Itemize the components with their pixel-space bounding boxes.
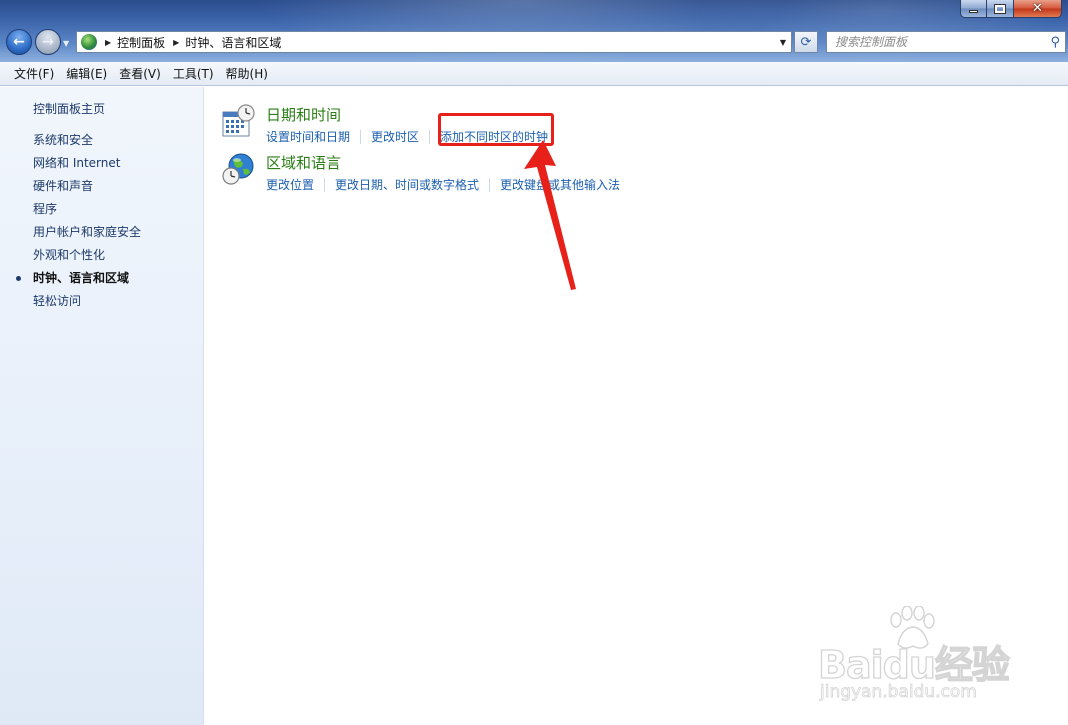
link-change-location[interactable]: 更改位置	[266, 176, 314, 193]
sidebar-item-hardware-sound[interactable]: 硬件和声音	[0, 178, 204, 201]
category-title-region-language[interactable]: 区域和语言	[266, 152, 341, 173]
link-divider	[324, 177, 326, 192]
sidebar-item-label: 时钟、语言和区域	[33, 271, 130, 285]
sidebar-list: 系统和安全 网络和 Internet 硬件和声音 程序 用户帐户和家庭安全 外观…	[0, 132, 204, 316]
sidebar-item-label: 用户帐户和家庭安全	[33, 225, 142, 239]
breadcrumb-separator-icon[interactable]: ▶	[173, 38, 179, 47]
breadcrumb-separator-icon[interactable]: ▶	[105, 38, 111, 47]
sidebar-item-label: 外观和个性化	[33, 248, 106, 262]
sidebar-item-label: 系统和安全	[33, 133, 94, 147]
forward-button[interactable]: →	[35, 29, 61, 55]
minimize-icon	[969, 10, 978, 13]
link-set-time-date[interactable]: 设置时间和日期	[266, 128, 350, 145]
menu-view[interactable]: 查看(V)	[113, 63, 167, 84]
annotation-arrow-icon	[524, 140, 576, 290]
category-region-language: 区域和语言 更改位置 更改日期、时间或数字格式 更改键盘或其他输入法	[221, 152, 1021, 198]
refresh-icon: ⟳	[800, 34, 812, 50]
sidebar-item-ease-of-access[interactable]: 轻松访问	[0, 293, 204, 316]
menu-edit[interactable]: 编辑(E)	[60, 63, 113, 84]
sidebar-item-label: 轻松访问	[33, 294, 82, 308]
current-bullet-icon	[16, 276, 21, 281]
refresh-button[interactable]: ⟳	[794, 31, 818, 53]
watermark-brand: Baidu经验	[817, 642, 1010, 687]
menu-bar: 文件(F) 编辑(E) 查看(V) 工具(T) 帮助(H)	[0, 62, 1068, 86]
close-button[interactable]: ✕	[1014, 0, 1062, 18]
control-panel-icon	[81, 34, 97, 50]
sidebar-item-user-accounts[interactable]: 用户帐户和家庭安全	[0, 224, 204, 247]
minimize-button[interactable]	[960, 0, 987, 18]
close-icon: ✕	[1032, 1, 1043, 16]
sidebar-item-label: 程序	[33, 202, 58, 216]
sidebar-item-clock-language-region[interactable]: 时钟、语言和区域	[0, 270, 204, 293]
category-title-date-time[interactable]: 日期和时间	[266, 104, 341, 125]
window-chrome: ✕ ← → ▼ ▶ 控制面板 ▶ 时钟、语言和区域 ▼ ⟳ ⚲	[0, 0, 1068, 62]
forward-arrow-icon: →	[42, 34, 54, 50]
recent-pages-button[interactable]: ▼	[63, 39, 72, 48]
link-divider	[429, 129, 431, 144]
navigation-pane: 控制面板主页 系统和安全 网络和 Internet 硬件和声音 程序 用户帐户和…	[0, 87, 204, 725]
category-date-time: 日期和时间 设置时间和日期 更改时区 添加不同时区的时钟	[221, 104, 1021, 150]
chevron-down-icon: ▼	[63, 39, 70, 48]
link-change-time-zone[interactable]: 更改时区	[371, 128, 419, 145]
maximize-button[interactable]	[987, 0, 1014, 18]
sidebar-item-label: 硬件和声音	[33, 179, 94, 193]
link-divider	[360, 129, 362, 144]
breadcrumb-clock-language-region[interactable]: 时钟、语言和区域	[185, 34, 281, 51]
sidebar-item-programs[interactable]: 程序	[0, 201, 204, 224]
address-dropdown-button[interactable]: ▼	[775, 32, 791, 52]
address-bar[interactable]: ▶ 控制面板 ▶ 时钟、语言和区域 ▼	[76, 31, 792, 53]
back-button[interactable]: ←	[6, 29, 32, 55]
breadcrumb-control-panel[interactable]: 控制面板	[117, 34, 165, 51]
link-change-date-time-number-format[interactable]: 更改日期、时间或数字格式	[335, 176, 479, 193]
search-box[interactable]: ⚲	[826, 31, 1066, 53]
menu-file[interactable]: 文件(F)	[8, 63, 60, 84]
baidu-jingyan-watermark: Baidu经验 jingyan.baidu.com	[817, 606, 1018, 706]
menu-help[interactable]: 帮助(H)	[220, 63, 274, 84]
back-arrow-icon: ←	[13, 34, 25, 50]
sidebar-item-system-security[interactable]: 系统和安全	[0, 132, 204, 155]
sidebar-item-label: 网络和 Internet	[33, 156, 121, 170]
globe-clock-icon[interactable]	[221, 152, 255, 186]
sidebar-item-appearance[interactable]: 外观和个性化	[0, 247, 204, 270]
calendar-clock-icon[interactable]	[221, 104, 255, 138]
link-divider	[489, 177, 491, 192]
search-icon[interactable]: ⚲	[1050, 35, 1060, 50]
chevron-down-icon: ▼	[779, 37, 787, 47]
search-input[interactable]	[835, 33, 1045, 51]
sidebar-item-network-internet[interactable]: 网络和 Internet	[0, 155, 204, 178]
watermark-domain: jingyan.baidu.com	[820, 682, 978, 703]
caption-buttons: ✕	[960, 0, 1062, 18]
menu-tools[interactable]: 工具(T)	[167, 63, 220, 84]
sidebar-item-control-panel-home[interactable]: 控制面板主页	[33, 100, 105, 117]
maximize-icon	[994, 3, 1006, 14]
